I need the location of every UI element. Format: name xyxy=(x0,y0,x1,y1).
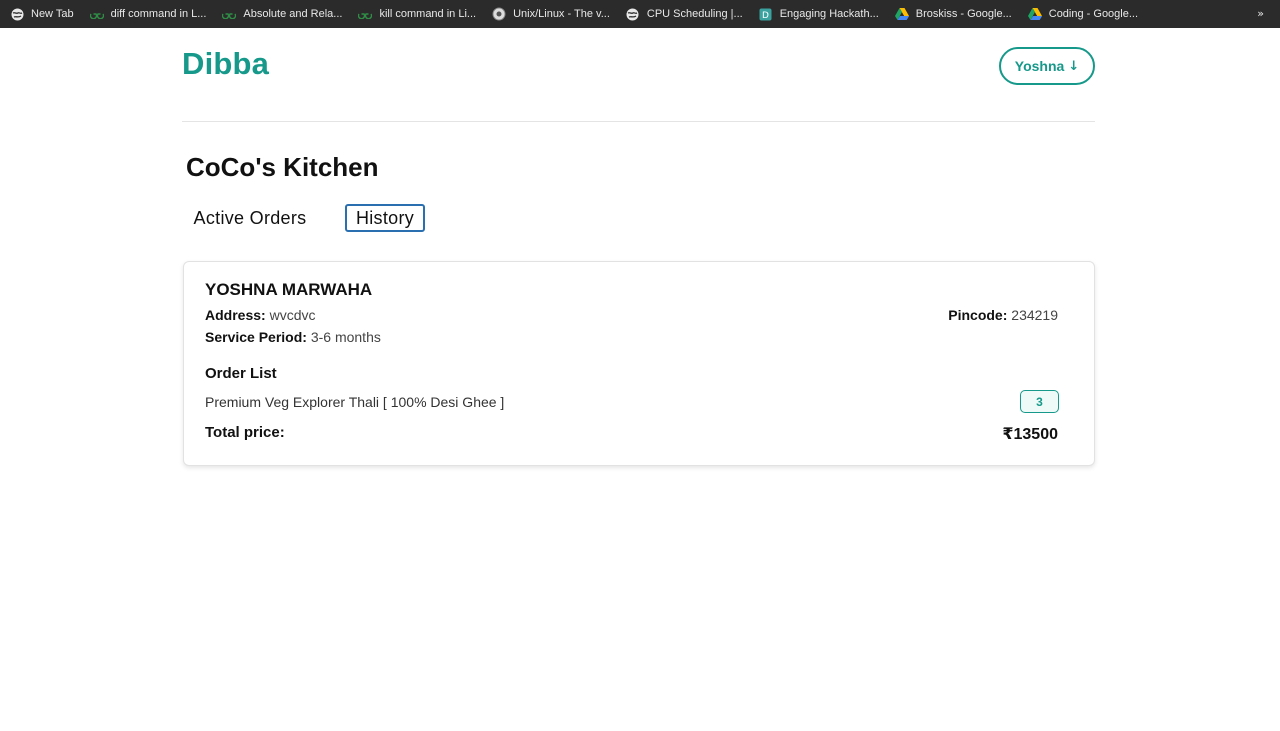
geeksforgeeks-icon xyxy=(358,7,373,21)
app-logo[interactable]: Dibba xyxy=(182,46,269,82)
bookmark-kill-command[interactable]: kill command in Li... xyxy=(358,0,476,28)
order-item-name: Premium Veg Explorer Thali [ 100% Desi G… xyxy=(205,394,505,410)
pincode-value: 234219 xyxy=(1011,307,1058,323)
order-list-heading: Order List xyxy=(205,365,277,382)
bookmarks-bar: New Tab diff command in L... Absolute an… xyxy=(0,0,1280,28)
tab-active-orders[interactable]: Active Orders xyxy=(186,204,314,232)
geeksforgeeks-icon xyxy=(89,7,104,21)
bookmark-engaging-hackathons[interactable]: D Engaging Hackath... xyxy=(759,0,879,28)
service-period-label: Service Period: xyxy=(205,329,307,345)
header-divider xyxy=(182,121,1095,122)
geeksforgeeks-icon xyxy=(222,7,237,21)
svg-text:D: D xyxy=(762,11,769,21)
customer-name: YOSHNA MARWAHA xyxy=(205,280,373,299)
user-menu-button[interactable]: Yoshna ↓ xyxy=(999,47,1095,85)
bookmark-coding[interactable]: Coding - Google... xyxy=(1027,0,1138,28)
bookmark-new-tab[interactable]: New Tab xyxy=(10,0,74,28)
total-price-label: Total price: xyxy=(205,424,285,441)
tutorialspoint-icon xyxy=(492,7,506,21)
tab-history[interactable]: History xyxy=(345,204,425,232)
page-title: CoCo's Kitchen xyxy=(186,152,379,182)
bookmarks-overflow-button[interactable]: » xyxy=(1257,7,1264,20)
currency-symbol: ₹ xyxy=(1002,424,1014,443)
order-card: YOSHNA MARWAHA Address: wvcdvc Service P… xyxy=(183,261,1095,466)
bookmark-cpu-scheduling[interactable]: CPU Scheduling |... xyxy=(626,0,743,28)
user-name-label: Yoshna xyxy=(1014,58,1065,74)
pincode-row: Pincode: 234219 xyxy=(948,307,1058,323)
service-period-row: Service Period: 3-6 months xyxy=(205,329,381,345)
devfolio-icon: D xyxy=(759,7,773,21)
bookmark-unix-linux[interactable]: Unix/Linux - The v... xyxy=(492,0,610,28)
arrow-down-icon: ↓ xyxy=(1068,58,1080,74)
bookmark-diff-command[interactable]: diff command in L... xyxy=(89,0,206,28)
service-period-value: 3-6 months xyxy=(310,329,381,345)
google-drive-icon xyxy=(894,7,909,21)
quantity-badge: 3 xyxy=(1020,390,1059,413)
globe-icon xyxy=(626,7,640,21)
address-label: Address: xyxy=(205,307,266,323)
bookmark-absolute-relative[interactable]: Absolute and Rela... xyxy=(222,0,342,28)
bookmark-broskiss[interactable]: Broskiss - Google... xyxy=(894,0,1012,28)
google-drive-icon xyxy=(1027,7,1042,21)
address-value: wvcdvc xyxy=(269,307,316,323)
address-row: Address: wvcdvc xyxy=(205,307,315,323)
globe-icon xyxy=(10,7,24,21)
total-price-value: ₹13500 xyxy=(1002,424,1058,444)
total-amount: 13500 xyxy=(1013,426,1059,443)
pincode-label: Pincode: xyxy=(948,307,1008,323)
